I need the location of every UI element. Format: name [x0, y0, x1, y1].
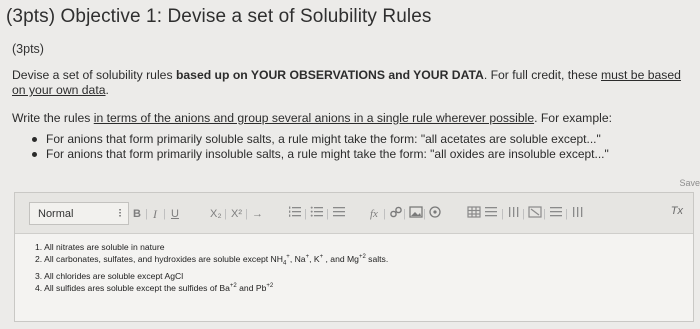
- intro-end: .: [105, 83, 109, 97]
- toolbar-divider: |: [383, 208, 386, 220]
- rule-number: 3.: [35, 270, 43, 281]
- rich-text-editor[interactable]: Normal ⁝ B | I | U X₂ | X² | → | | fx | …: [14, 192, 694, 322]
- table-icon[interactable]: [467, 205, 481, 223]
- toolbar-divider: |: [423, 208, 426, 220]
- rule-superscript: +2: [266, 282, 274, 289]
- rule-text: and Pb: [236, 282, 267, 293]
- instruction-suffix: . For example:: [534, 111, 612, 125]
- list-item: 4. All sulfides ares soluble except the …: [35, 282, 675, 294]
- align-icon[interactable]: [332, 205, 346, 223]
- underline-button[interactable]: U: [171, 205, 179, 223]
- paragraph-style-value: Normal: [38, 208, 74, 220]
- list-item: 1. All nitrates are soluble in nature: [35, 241, 675, 253]
- rule-superscript: +2: [229, 282, 237, 289]
- list-item: 3. All chlorides are soluble except AgCl: [35, 270, 675, 282]
- instruction-underline: in terms of the anions and group several…: [93, 111, 535, 125]
- link-icon[interactable]: [389, 205, 403, 223]
- rule-text: All nitrates are soluble in nature: [44, 242, 165, 252]
- editor-content[interactable]: 1. All nitrates are soluble in nature 2.…: [35, 241, 675, 294]
- intro-text: Devise a set of solubility rules: [12, 68, 176, 82]
- rule-text: All sulfides ares soluble except the sul…: [44, 282, 230, 293]
- table-merge-column-icon[interactable]: [571, 205, 585, 223]
- toolbar-divider: |: [245, 208, 248, 220]
- select-arrows-icon: ⁝: [118, 206, 122, 220]
- save-button[interactable]: Save: [679, 178, 700, 188]
- rule-number: 1.: [35, 242, 43, 252]
- toolbar-divider: |: [565, 208, 568, 220]
- example-item: For anions that form primarily soluble s…: [30, 132, 680, 147]
- toolbar-divider: |: [403, 208, 406, 220]
- table-delete-icon[interactable]: [528, 205, 542, 223]
- special-character-arrow-button[interactable]: →: [252, 205, 263, 223]
- list-item: 2. All carbonates, sulfates, and hydroxi…: [35, 253, 675, 270]
- toolbar-divider: |: [224, 208, 227, 220]
- table-column-icon[interactable]: [507, 205, 521, 223]
- rule-number: 4.: [35, 282, 43, 293]
- rule-text: , Na: [289, 254, 306, 264]
- ordered-list-icon[interactable]: [288, 205, 302, 223]
- instruction-prefix: Write the rules: [12, 111, 94, 125]
- toolbar-divider: |: [501, 208, 504, 220]
- rule-text: All carbonates, sulfates, and hydroxides…: [44, 254, 283, 264]
- toolbar-divider: |: [304, 208, 307, 220]
- function-button[interactable]: fx: [370, 205, 378, 223]
- example-list: For anions that form primarily soluble s…: [30, 132, 680, 162]
- table-merge-row-icon[interactable]: [549, 205, 563, 223]
- rule-subscript: 4: [282, 260, 287, 267]
- toolbar-divider: |: [543, 208, 546, 220]
- toolbar-divider: |: [522, 208, 525, 220]
- rule-text: , and Mg: [323, 254, 359, 264]
- table-row-icon[interactable]: [484, 205, 498, 223]
- example-item: For anions that form primarily insoluble…: [30, 147, 680, 162]
- editor-toolbar: Normal ⁝ B | I | U X₂ | X² | → | | fx | …: [15, 193, 693, 234]
- rule-text: salts.: [365, 254, 389, 264]
- unordered-list-icon[interactable]: [310, 205, 324, 223]
- rule-number: 2.: [35, 254, 43, 264]
- question-intro: Devise a set of solubility rules based u…: [12, 68, 684, 98]
- superscript-button[interactable]: X²: [231, 205, 242, 223]
- page-title: (3pts) Objective 1: Devise a set of Solu…: [6, 6, 432, 27]
- italic-button[interactable]: I: [153, 205, 157, 223]
- rule-text: All chlorides are soluble except AgCl: [44, 270, 184, 281]
- instruction: Write the rules in terms of the anions a…: [12, 111, 692, 125]
- toolbar-divider: |: [326, 208, 329, 220]
- clear-formatting-icon[interactable]: Tx: [671, 205, 683, 217]
- media-icon[interactable]: [428, 205, 442, 223]
- points-label: (3pts): [12, 42, 44, 56]
- intro-bold-text: based up on YOUR OBSERVATIONS and YOUR D…: [175, 68, 484, 82]
- rule-text: , K: [309, 254, 320, 264]
- toolbar-divider: |: [145, 208, 148, 220]
- paragraph-style-select[interactable]: Normal ⁝: [29, 202, 129, 225]
- rule-superscript: +2: [358, 254, 366, 261]
- toolbar-divider: |: [163, 208, 166, 220]
- intro-text-2: . For full credit, these: [483, 68, 601, 82]
- bold-button[interactable]: B: [133, 205, 141, 223]
- subscript-button[interactable]: X₂: [210, 205, 222, 223]
- image-icon[interactable]: [409, 205, 423, 223]
